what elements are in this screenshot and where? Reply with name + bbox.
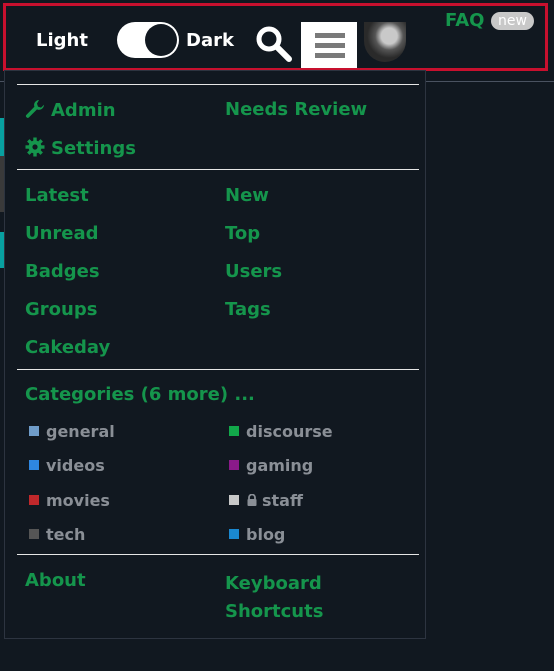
nav-link-unread[interactable]: Unread — [25, 223, 99, 244]
lock-icon — [247, 494, 257, 506]
admin-link-label: Admin — [51, 100, 116, 121]
category-link-gaming[interactable]: gaming — [229, 456, 313, 475]
nav-link-cakeday[interactable]: Cakeday — [25, 337, 110, 358]
category-name: general — [46, 422, 115, 441]
wrench-icon — [25, 100, 45, 118]
hamburger-dropdown-menu: Admin Needs Review Settings Latest New U… — [4, 70, 426, 639]
category-name: staff — [262, 491, 303, 510]
toggle-knob — [145, 24, 177, 56]
category-link-general[interactable]: general — [29, 422, 115, 441]
categories-heading-link[interactable]: Categories (6 more) ... — [25, 384, 255, 405]
category-name: discourse — [246, 422, 333, 441]
hamburger-menu-button[interactable] — [301, 22, 357, 68]
category-color-swatch — [29, 426, 39, 436]
faq-link[interactable]: FAQ — [445, 10, 484, 31]
nav-link-top[interactable]: Top — [225, 223, 260, 244]
keyboard-shortcuts-link[interactable]: Keyboard Shortcuts — [225, 570, 335, 626]
menu-divider — [17, 554, 419, 555]
category-link-tech[interactable]: tech — [29, 525, 85, 544]
category-color-swatch — [29, 460, 39, 470]
gear-icon — [25, 137, 45, 157]
nav-link-latest[interactable]: Latest — [25, 185, 89, 206]
category-color-swatch — [229, 460, 239, 470]
faq-new-badge: new — [491, 12, 534, 30]
category-link-blog[interactable]: blog — [229, 525, 285, 544]
needs-review-label: Needs Review — [225, 99, 368, 120]
needs-review-link[interactable]: Needs Review — [225, 99, 367, 120]
category-color-swatch — [29, 529, 39, 539]
category-link-movies[interactable]: movies — [29, 491, 110, 510]
category-color-swatch — [229, 495, 239, 505]
settings-link-label: Settings — [51, 138, 136, 159]
theme-toggle[interactable] — [117, 22, 179, 58]
category-name: tech — [46, 525, 86, 544]
category-link-discourse[interactable]: discourse — [229, 422, 333, 441]
nav-link-new[interactable]: New — [225, 185, 269, 206]
category-color-swatch — [29, 495, 39, 505]
nav-link-badges[interactable]: Badges — [25, 261, 100, 282]
about-link[interactable]: About — [25, 570, 86, 591]
dark-theme-label[interactable]: Dark — [186, 30, 234, 51]
settings-link[interactable]: Settings — [25, 137, 136, 159]
search-icon[interactable] — [254, 24, 294, 64]
light-theme-label[interactable]: Light — [36, 30, 88, 51]
menu-divider — [17, 84, 419, 85]
nav-link-tags[interactable]: Tags — [225, 299, 271, 320]
admin-link[interactable]: Admin — [25, 99, 116, 121]
nav-link-groups[interactable]: Groups — [25, 299, 97, 320]
menu-divider — [17, 169, 419, 170]
category-color-swatch — [229, 426, 239, 436]
category-name: videos — [46, 456, 105, 475]
header-divider — [425, 81, 554, 82]
menu-divider — [17, 369, 419, 370]
category-link-staff[interactable]: staff — [229, 491, 303, 510]
nav-link-users[interactable]: Users — [225, 261, 282, 282]
user-avatar[interactable] — [364, 22, 406, 62]
category-name: movies — [46, 491, 110, 510]
category-link-videos[interactable]: videos — [29, 456, 105, 475]
category-name: gaming — [246, 456, 314, 475]
category-color-swatch — [229, 529, 239, 539]
category-name: blog — [246, 525, 286, 544]
